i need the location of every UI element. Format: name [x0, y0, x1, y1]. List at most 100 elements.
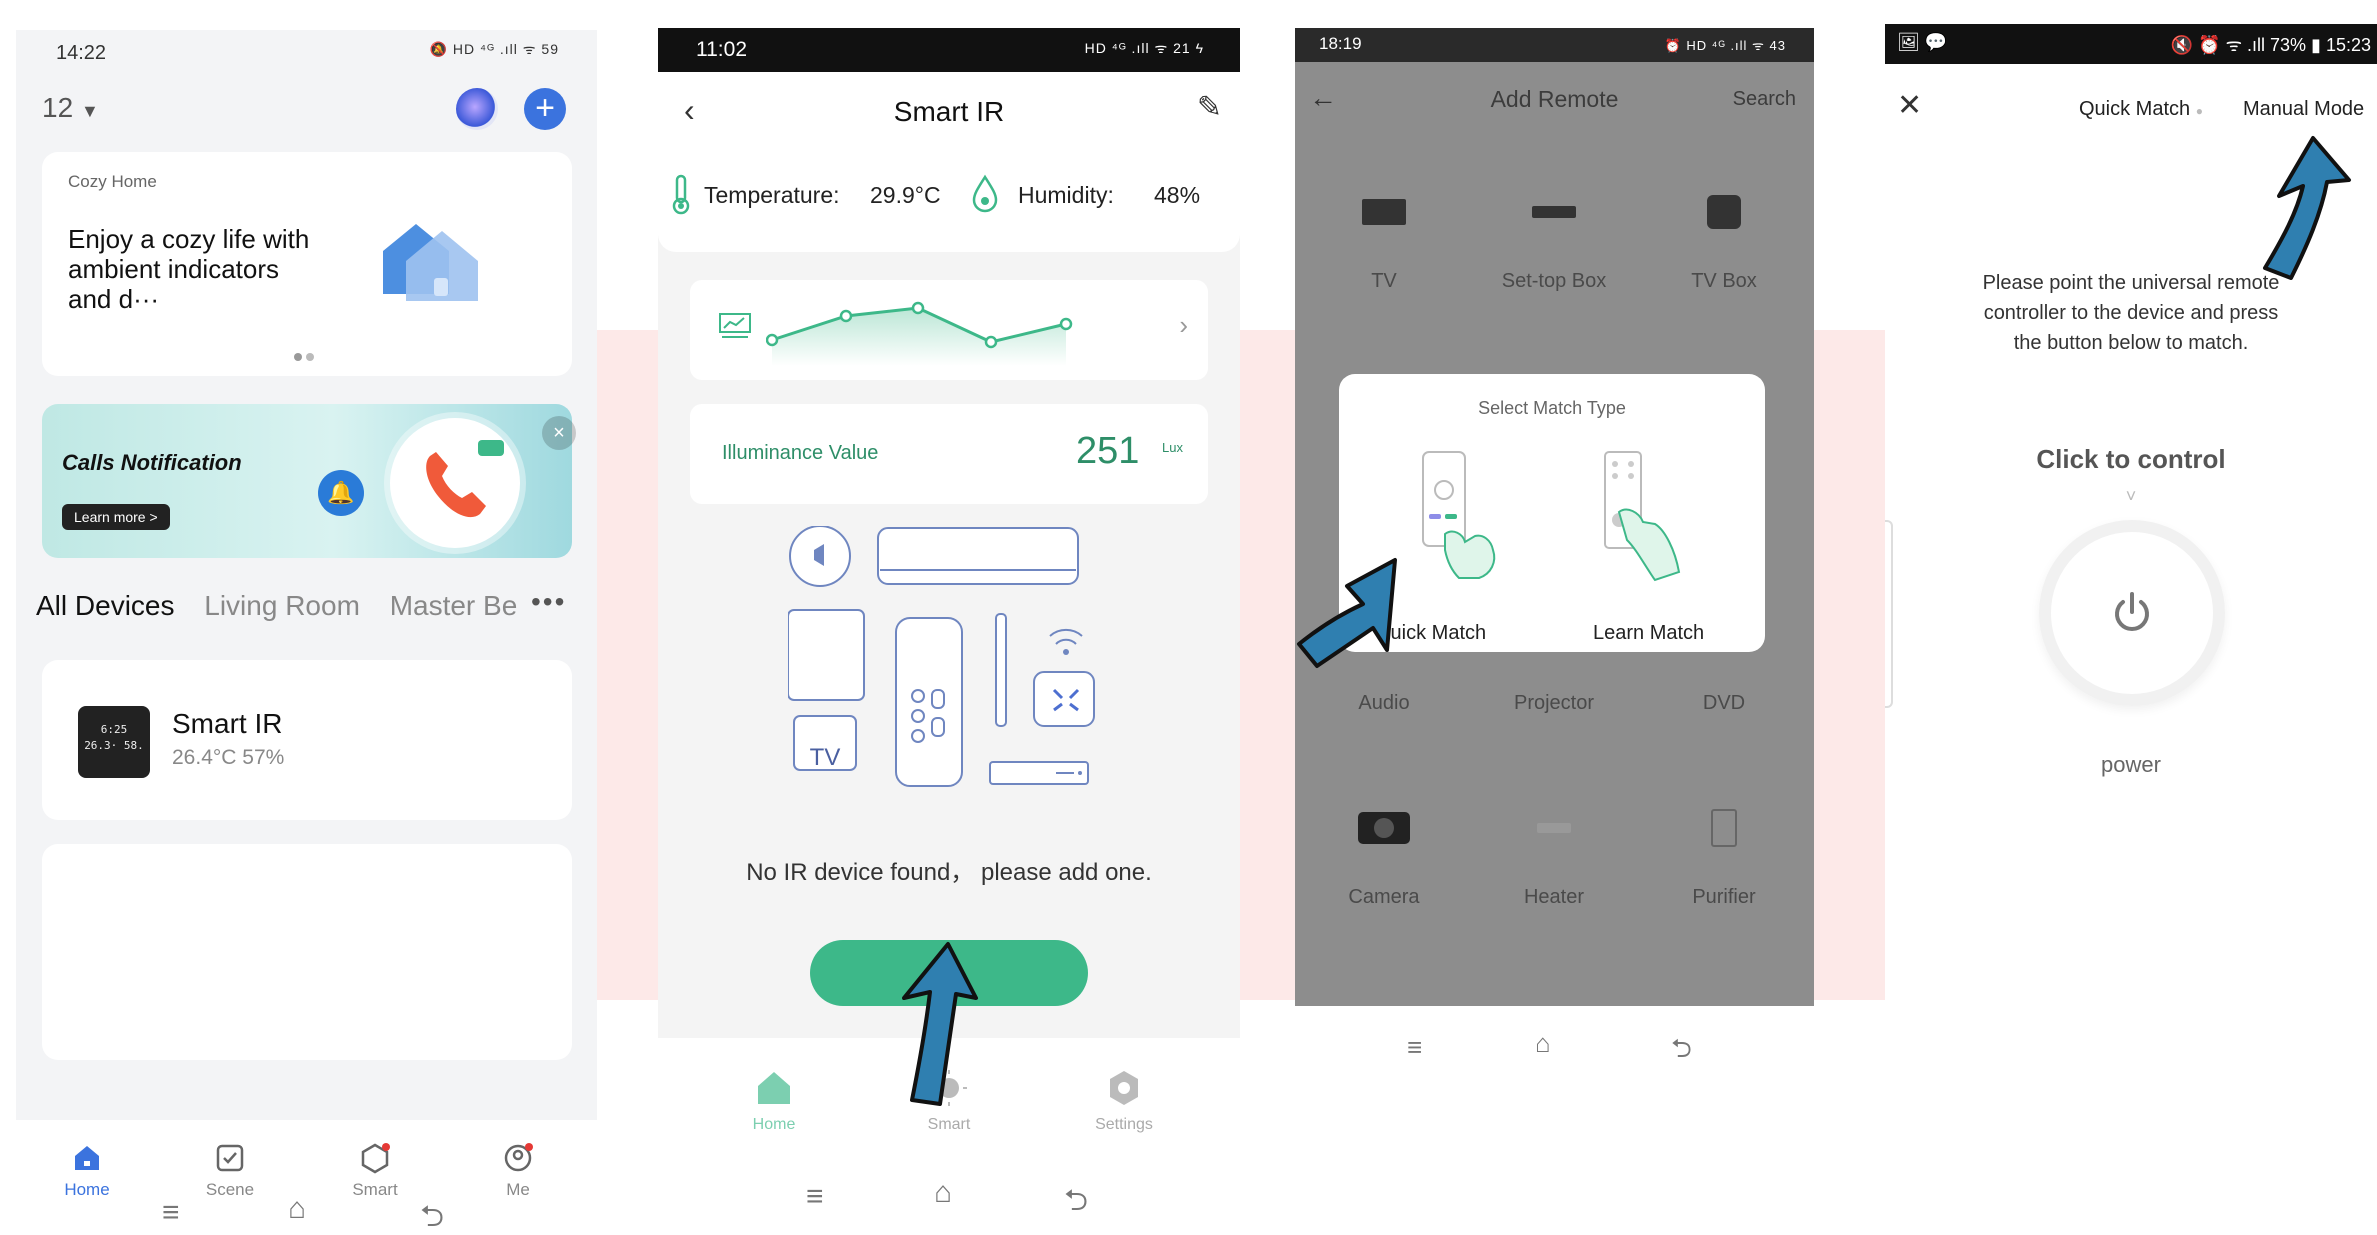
category-projector[interactable]: Projector: [1479, 692, 1629, 715]
search-link[interactable]: Search: [1733, 88, 1796, 111]
header: ‹ Smart IR ✎: [658, 72, 1240, 152]
nav-smart-label: Smart: [927, 1116, 971, 1133]
back-system-icon[interactable]: ⮌: [420, 1194, 444, 1235]
home-icon: [75, 1146, 99, 1170]
close-icon[interactable]: ✕: [1897, 88, 1922, 123]
quick-match-illustration-icon[interactable]: [1405, 450, 1505, 590]
category-tv-box[interactable]: TV Box: [1649, 194, 1799, 293]
nav-smart-label: Smart: [352, 1180, 398, 1199]
status-left-icons: 🖼 💬: [1897, 32, 1948, 52]
home-system-icon[interactable]: ⌂: [934, 1176, 952, 1210]
nav-smart[interactable]: Smart: [325, 1142, 425, 1200]
chart-icon: [719, 313, 751, 338]
tab-living-room[interactable]: Living Room: [204, 590, 360, 621]
humidity-label: Humidity:: [1018, 182, 1114, 208]
humidity-value: 48%: [1154, 182, 1201, 208]
power-icon: [2115, 592, 2149, 631]
screen-home: 14:22 🔕 HD ⁴ᴳ .ıll ᯤ 59 12 ▼ + Cozy Home…: [16, 30, 597, 1235]
learn-more-button[interactable]: Learn more >: [62, 504, 170, 530]
category-heater[interactable]: Heater: [1479, 810, 1629, 909]
carousel-dots: [292, 348, 316, 366]
device-card-smart-ir[interactable]: 6:25 26.3· 58. Smart IR 26.4°C 57%: [42, 660, 572, 820]
back-system-icon[interactable]: ⮌: [1671, 1030, 1692, 1074]
nav-home-label: Home: [64, 1180, 110, 1199]
no-device-text: No IR device found， please add one.: [746, 859, 1152, 886]
screen-add-remote: 18:19 ⏰ HD ⁴ᴳ .ıll ᯤ 43 ← Add Remote Sea…: [1295, 28, 1814, 1235]
illuminance-value: 251: [1076, 430, 1140, 472]
tab-quick-match-label: Quick Match: [2079, 98, 2191, 120]
nav-settings[interactable]: Settings: [1064, 1068, 1184, 1134]
status-bar: 🖼 💬 🔇 ⏰ ᯤ .ıll 73% ▮ 15:23: [1885, 24, 2377, 64]
recents-icon[interactable]: ≡: [162, 1196, 180, 1230]
category-audio[interactable]: Audio: [1309, 692, 1459, 715]
me-icon: [504, 1143, 533, 1172]
status-icons: 🔕 HD ⁴ᴳ .ıll ᯤ 59: [429, 41, 559, 57]
tv-icon: [1309, 194, 1459, 230]
nav-scene[interactable]: Scene: [180, 1142, 280, 1200]
calls-banner-title: Calls Notification: [62, 450, 242, 475]
house-illustration-icon: [383, 224, 478, 301]
category-audio-label: Audio: [1358, 692, 1410, 714]
home-selector[interactable]: 12 ▼: [42, 92, 99, 124]
page-title: Smart IR: [893, 96, 1005, 127]
category-camera[interactable]: Camera: [1309, 810, 1459, 909]
purifier-icon: [1649, 809, 1799, 847]
pointer-arrow-icon: [902, 942, 978, 1106]
recents-icon[interactable]: ≡: [806, 1180, 824, 1214]
cozy-card-title: Cozy Home: [68, 172, 157, 191]
camera-icon: [1309, 810, 1459, 846]
illuminance-unit: Lux: [1162, 440, 1183, 455]
illuminance-label: Illuminance Value: [722, 442, 879, 464]
power-label: power: [2101, 752, 2161, 777]
assistant-icon[interactable]: [456, 88, 498, 130]
nav-home[interactable]: Home: [714, 1068, 834, 1134]
edit-icon[interactable]: ✎: [1197, 90, 1222, 125]
pointer-arrow-icon: [1297, 558, 1397, 668]
settings-icon: [1110, 1071, 1138, 1105]
close-banner-icon[interactable]: ×: [542, 416, 576, 450]
tv-box-icon: [1649, 194, 1799, 230]
screen-smart-ir: 11:02 HD ⁴ᴳ .ıll ᯤ 21 ϟ ‹ Smart IR ✎ Tem…: [658, 28, 1240, 1235]
humidity-drop-icon: [972, 174, 998, 213]
tab-quick-match[interactable]: Quick Match ●: [2079, 98, 2203, 121]
cozy-home-card[interactable]: Cozy Home Enjoy a cozy life with ambient…: [42, 152, 572, 376]
illuminance-card: Illuminance Value 251 Lux: [690, 404, 1208, 504]
category-set-top-box[interactable]: Set-top Box: [1479, 194, 1629, 293]
history-chart-card[interactable]: ›: [690, 280, 1208, 380]
trend-line: [766, 301, 1073, 366]
nav-home[interactable]: Home: [37, 1142, 137, 1200]
device-thumbnail: 6:25 26.3· 58.: [78, 706, 150, 778]
category-dvd[interactable]: DVD: [1649, 692, 1799, 715]
pointer-arrow-icon: [2263, 136, 2351, 280]
phone-icon: [390, 418, 520, 548]
room-tabs: All Devices Living Room Master Be: [36, 590, 539, 622]
nav-me-label: Me: [506, 1180, 530, 1199]
tab-manual-mode[interactable]: Manual Mode: [2243, 98, 2364, 121]
recents-icon[interactable]: ≡: [1407, 1032, 1422, 1063]
home-system-icon[interactable]: ⌂: [288, 1192, 306, 1226]
power-button[interactable]: [2039, 520, 2225, 706]
environment-readout: Temperature: 29.9°C Humidity: 48%: [658, 152, 1240, 252]
nav-settings-label: Settings: [1095, 1116, 1153, 1133]
more-tabs-icon[interactable]: •••: [531, 586, 566, 618]
category-tv[interactable]: TV: [1309, 194, 1459, 293]
nav-me[interactable]: Me: [468, 1142, 568, 1200]
learn-match-option[interactable]: Learn Match: [1593, 622, 1704, 645]
status-time: 11:02: [696, 38, 747, 61]
bell-icon: 🔔: [318, 470, 364, 516]
heater-icon: [1479, 810, 1629, 846]
back-system-icon[interactable]: ⮌: [1064, 1178, 1088, 1229]
home-selector-label: 12: [42, 92, 74, 123]
status-time: 14:22: [56, 42, 107, 64]
category-purifier[interactable]: Purifier: [1649, 809, 1799, 909]
tab-master-bedroom[interactable]: Master Be: [390, 590, 518, 621]
learn-match-illustration-icon[interactable]: [1599, 450, 1699, 590]
device-name: Smart IR: [172, 708, 283, 739]
calls-notification-banner[interactable]: Calls Notification Learn more > 🔔 ×: [42, 404, 576, 558]
add-device-button[interactable]: +: [524, 88, 566, 130]
tab-all-devices[interactable]: All Devices: [36, 590, 174, 621]
chevron-right-icon: ›: [1179, 310, 1188, 340]
home-system-icon[interactable]: ⌂: [1535, 1028, 1551, 1059]
category-camera-label: Camera: [1348, 886, 1420, 908]
status-icons: ⏰ HD ⁴ᴳ .ıll ᯤ 43: [1664, 38, 1786, 53]
